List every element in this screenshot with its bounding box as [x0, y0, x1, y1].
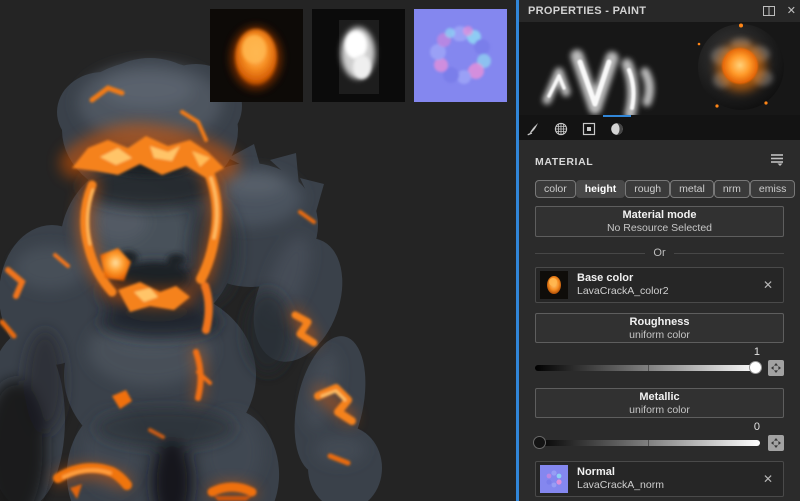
3d-viewport[interactable]	[0, 0, 516, 501]
tab-stencil[interactable]	[575, 115, 603, 140]
or-divider: Or	[535, 247, 784, 259]
material-section: MATERIAL color height rough metal nrm em…	[519, 153, 800, 501]
material-section-label: MATERIAL	[535, 156, 770, 168]
metallic-value: 0	[535, 421, 784, 434]
panel-title: PROPERTIES - PAINT	[528, 5, 763, 17]
roughness-uniform-button[interactable]: Roughness uniform color	[535, 313, 784, 343]
height-map-thumbnail[interactable]	[312, 9, 405, 102]
roughness-slider[interactable]	[535, 365, 760, 371]
app-window: PROPERTIES - PAINT ✕	[0, 0, 800, 501]
normal-map-thumbnail[interactable]	[414, 9, 507, 102]
base-color-map-thumbnail[interactable]	[210, 9, 303, 102]
metallic-expand-icon[interactable]	[768, 435, 784, 451]
channel-buttons: color height rough metal nrm emiss	[535, 180, 784, 198]
roughness-slider-block: 1	[535, 346, 784, 376]
stencil-icon	[581, 121, 597, 137]
material-sphere-icon	[609, 121, 625, 137]
roughness-value: 1	[535, 346, 784, 359]
metallic-slider[interactable]	[535, 440, 760, 446]
channel-nrm-button[interactable]: nrm	[714, 180, 750, 198]
properties-panel: PROPERTIES - PAINT ✕	[519, 0, 800, 501]
remove-normal-icon[interactable]: ✕	[761, 471, 775, 487]
channel-metal-button[interactable]: metal	[670, 180, 714, 198]
dock-window-icon[interactable]	[763, 6, 775, 16]
mesh-sphere-icon	[553, 121, 569, 137]
metallic-uniform-button[interactable]: Metallic uniform color	[535, 388, 784, 418]
roughness-slider-handle[interactable]	[749, 361, 762, 374]
normal-thumbnail	[540, 465, 568, 493]
list-options-icon[interactable]	[770, 153, 784, 171]
tab-alpha[interactable]	[547, 115, 575, 140]
metallic-slider-block: 0	[535, 421, 784, 451]
brush-icon	[525, 121, 541, 137]
resource-name: LavaCrackA_color2	[577, 285, 752, 298]
resource-title: Base color	[577, 272, 752, 285]
channel-emiss-button[interactable]: emiss	[750, 180, 795, 198]
remove-base-color-icon[interactable]: ✕	[761, 277, 775, 293]
base-color-resource-row[interactable]: Base color LavaCrackA_color2 ✕	[535, 267, 784, 303]
channel-height-button[interactable]: height	[576, 180, 626, 198]
roughness-expand-icon[interactable]	[768, 360, 784, 376]
base-color-thumbnail	[540, 271, 568, 299]
texture-map-previews	[210, 9, 507, 102]
resource-name: LavaCrackA_norm	[577, 479, 752, 492]
panel-header: PROPERTIES - PAINT ✕	[519, 0, 800, 22]
material-mode-button[interactable]: Material mode No Resource Selected	[535, 206, 784, 237]
properties-tab-bar	[519, 115, 800, 140]
tab-brush[interactable]	[519, 115, 547, 140]
close-panel-icon[interactable]: ✕	[787, 6, 796, 17]
metallic-slider-handle[interactable]	[533, 436, 546, 449]
brush-material-preview	[519, 22, 800, 115]
normal-resource-row[interactable]: Normal LavaCrackA_norm ✕	[535, 461, 784, 497]
channel-color-button[interactable]: color	[535, 180, 576, 198]
channel-rough-button[interactable]: rough	[625, 180, 670, 198]
resource-title: Normal	[577, 466, 752, 479]
tab-material[interactable]	[603, 115, 631, 140]
